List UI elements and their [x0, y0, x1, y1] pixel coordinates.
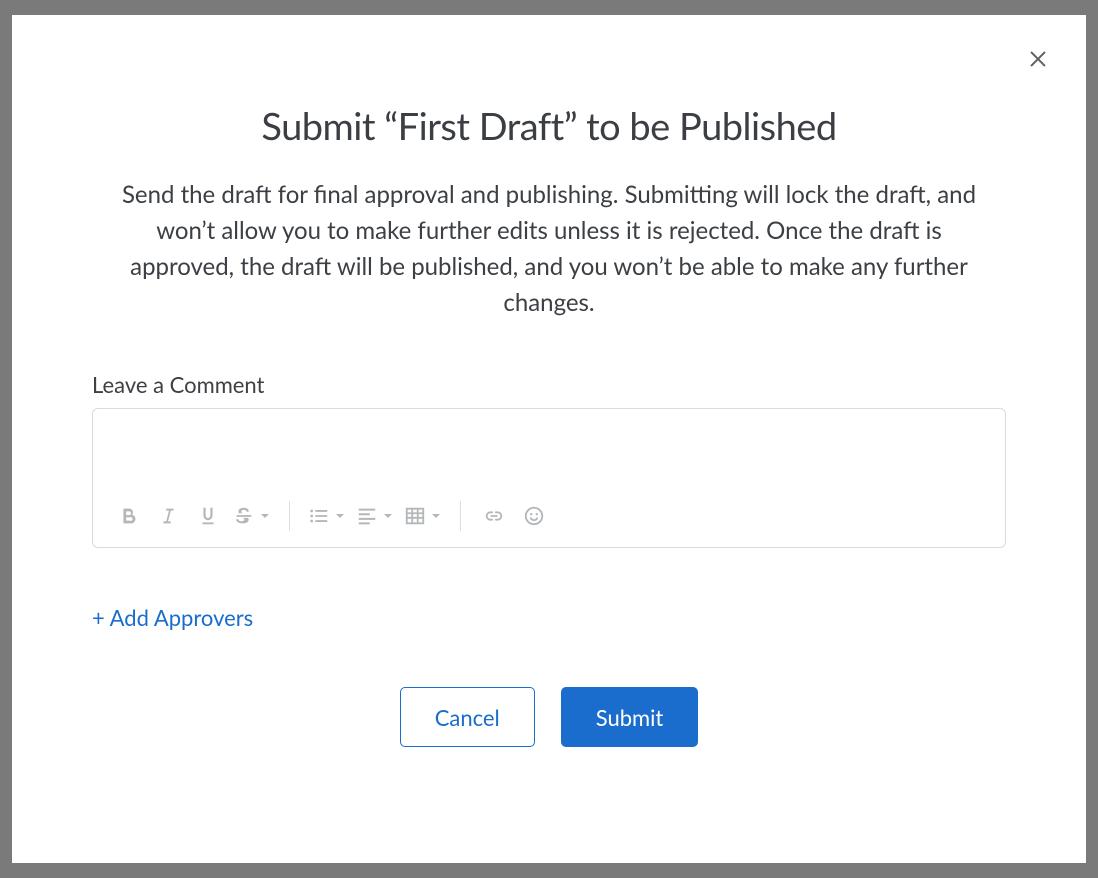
underline-button[interactable] — [189, 497, 227, 535]
list-icon — [308, 505, 330, 527]
comment-label: Leave a Comment — [92, 371, 1006, 398]
link-icon — [483, 505, 505, 527]
comment-editor — [92, 408, 1006, 548]
dialog-actions: Cancel Submit — [92, 687, 1006, 747]
close-icon — [1027, 48, 1049, 70]
link-button[interactable] — [475, 497, 513, 535]
table-button[interactable] — [400, 497, 446, 535]
italic-button[interactable] — [149, 497, 187, 535]
chevron-down-icon — [382, 510, 394, 522]
toolbar-separator — [460, 501, 461, 531]
comment-textarea[interactable] — [93, 409, 1005, 481]
table-icon — [404, 505, 426, 527]
chevron-down-icon — [334, 510, 346, 522]
submit-button[interactable]: Submit — [561, 687, 699, 747]
align-button[interactable] — [352, 497, 398, 535]
submit-publish-dialog: Submit “First Draft” to be Published Sen… — [12, 15, 1086, 863]
dialog-title: Submit “First Draft” to be Published — [92, 103, 1006, 149]
list-button[interactable] — [304, 497, 350, 535]
strikethrough-icon — [233, 505, 255, 527]
dialog-description: Send the draft for final approval and pu… — [102, 177, 996, 321]
editor-toolbar — [93, 485, 1005, 547]
italic-icon — [157, 505, 179, 527]
align-icon — [356, 505, 378, 527]
emoji-icon — [523, 505, 545, 527]
toolbar-separator — [289, 501, 290, 531]
title-prefix: Submit “ — [261, 103, 397, 149]
bold-button[interactable] — [109, 497, 147, 535]
underline-icon — [197, 505, 219, 527]
emoji-button[interactable] — [515, 497, 553, 535]
chevron-down-icon — [430, 510, 442, 522]
chevron-down-icon — [259, 510, 271, 522]
cancel-button[interactable]: Cancel — [400, 687, 535, 747]
title-draft-name: First Draft — [398, 103, 564, 149]
add-approvers-link[interactable]: + Add Approvers — [92, 604, 253, 631]
strikethrough-button[interactable] — [229, 497, 275, 535]
bold-icon — [117, 505, 139, 527]
title-suffix: ” to be Published — [564, 103, 837, 149]
close-button[interactable] — [1024, 45, 1052, 73]
